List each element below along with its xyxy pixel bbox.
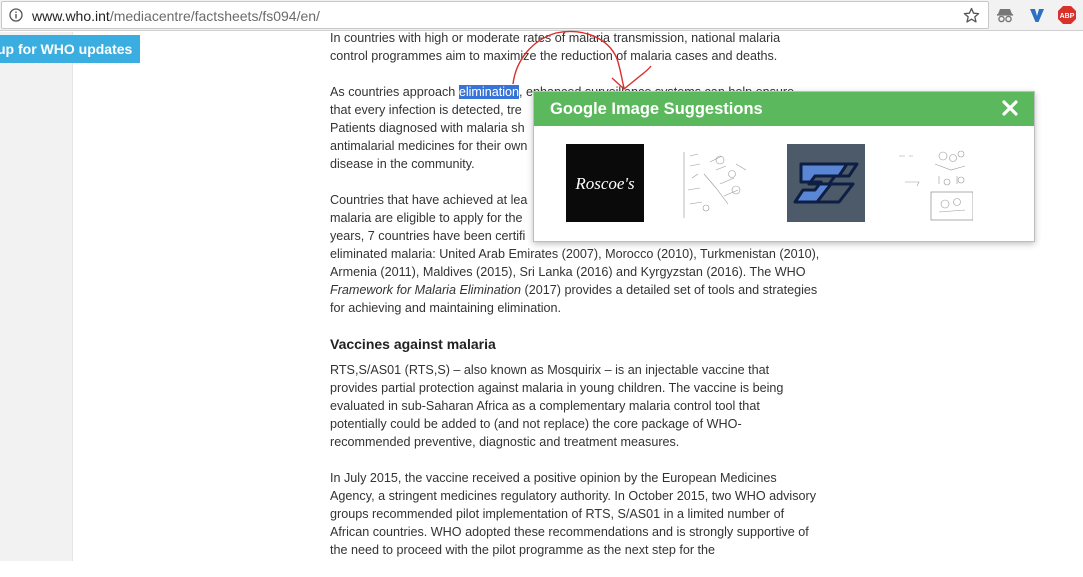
- paragraph-2-line-2: that every infection is detected, tre: [330, 103, 522, 117]
- framework-title: Framework for Malaria Elimination: [330, 283, 522, 297]
- paragraph-3-line-1: Countries that have achieved at lea: [330, 193, 528, 207]
- paragraph-1: In countries with high or moderate rates…: [330, 31, 781, 63]
- paragraph-2-line-4: antimalarial medicines for their own: [330, 139, 528, 153]
- info-icon[interactable]: [9, 8, 23, 22]
- paragraph-5: In July 2015, the vaccine received a pos…: [330, 471, 817, 557]
- adblock-plus-icon[interactable]: ABP: [1057, 5, 1077, 25]
- url-text[interactable]: www.who.int/mediacentre/factsheets/fs094…: [32, 8, 320, 24]
- image-suggestion-diagram-1[interactable]: [676, 144, 754, 222]
- paragraph-4: RTS,S/AS01 (RTS,S) – also known as Mosqu…: [330, 363, 784, 449]
- abp-label: ABP: [1060, 13, 1075, 20]
- left-gutter: [0, 32, 73, 561]
- paragraph-2-line-3: Patients diagnosed with malaria sh: [330, 121, 525, 135]
- browser-toolbar: www.who.int/mediacentre/factsheets/fs094…: [0, 0, 1083, 31]
- bookmark-star-icon[interactable]: [963, 7, 980, 24]
- paragraph-2-line-5: disease in the community.: [330, 157, 475, 171]
- selected-word[interactable]: elimination: [458, 85, 520, 99]
- v-extension-icon[interactable]: [1027, 5, 1047, 25]
- image-suggestions-popup: Google Image Suggestions Roscoe's: [533, 91, 1035, 242]
- vaccines-heading: Vaccines against malaria: [330, 336, 496, 352]
- image-suggestion-ss-logo[interactable]: [787, 144, 865, 222]
- paragraph-3-line-3: years, 7 countries have been certifi: [330, 229, 526, 243]
- url-path: /mediacentre/factsheets/fs094/en/: [109, 8, 320, 24]
- incognito-extension-icon[interactable]: [995, 5, 1015, 25]
- signup-button[interactable]: up for WHO updates: [0, 35, 140, 63]
- address-bar[interactable]: www.who.int/mediacentre/factsheets/fs094…: [1, 1, 989, 29]
- popup-title: Google Image Suggestions: [550, 100, 763, 118]
- close-icon[interactable]: [1001, 99, 1019, 117]
- image-suggestion-roscoes[interactable]: Roscoe's: [566, 144, 644, 222]
- paragraph-2-start: As countries approach: [330, 85, 459, 99]
- url-host: www.who.int: [32, 8, 110, 24]
- roscoes-logo-text: Roscoe's: [574, 174, 635, 193]
- image-suggestion-diagram-2[interactable]: [895, 144, 973, 222]
- paragraph-3-rest: eliminated malaria: United Arab Emirates…: [330, 247, 820, 279]
- paragraph-3-line-2: malaria are eligible to apply for the: [330, 211, 523, 225]
- popup-header: Google Image Suggestions: [534, 92, 1034, 126]
